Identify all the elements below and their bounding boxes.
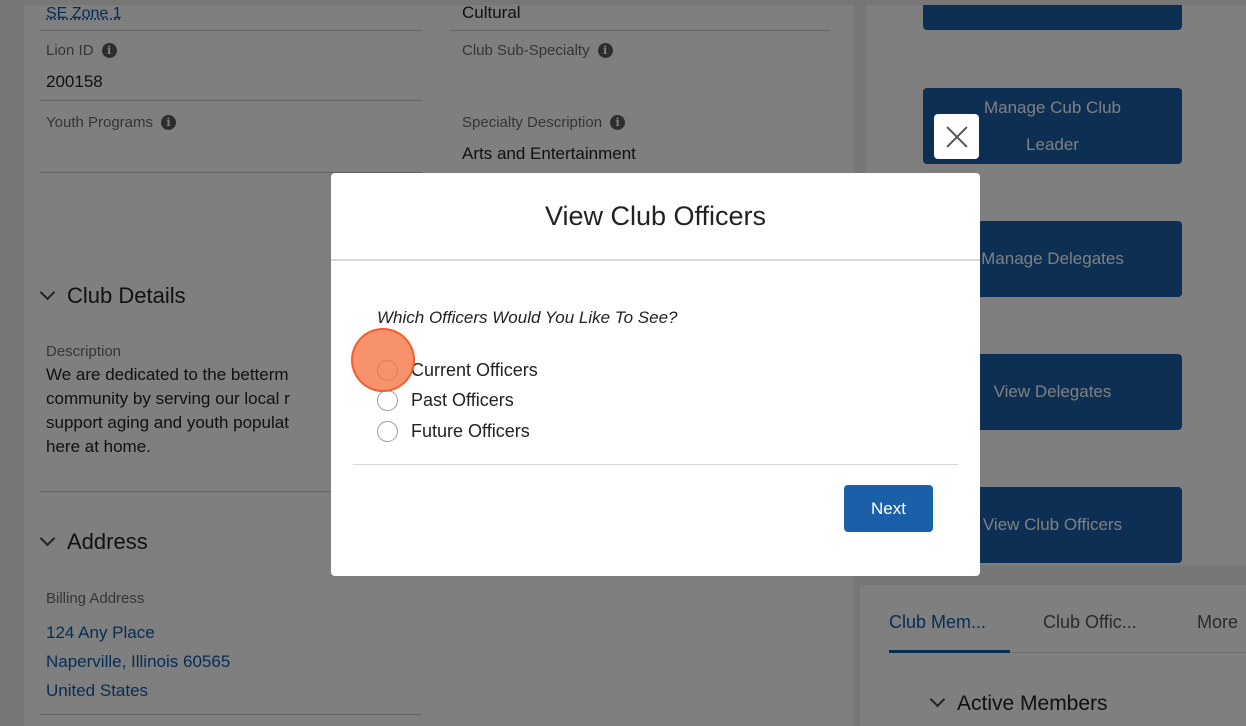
- close-icon: [945, 125, 969, 149]
- radio-button[interactable]: [377, 390, 398, 411]
- radio-label: Current Officers: [411, 360, 538, 380]
- modal-divider: [353, 464, 958, 465]
- radio-button[interactable]: [377, 421, 398, 442]
- radio-option-future-officers[interactable]: Future Officers: [377, 421, 530, 442]
- officers-question-label: Which Officers Would You Like To See?: [377, 308, 678, 327]
- radio-option-past-officers[interactable]: Past Officers: [377, 390, 514, 411]
- view-club-officers-modal: View Club Officers Which Officers Would …: [331, 173, 980, 576]
- click-indicator: [351, 328, 415, 392]
- close-modal-button[interactable]: [934, 114, 979, 159]
- next-button[interactable]: Next: [844, 485, 933, 532]
- radio-label: Past Officers: [411, 390, 514, 410]
- modal-header: View Club Officers: [331, 173, 980, 261]
- radio-label: Future Officers: [411, 421, 530, 441]
- modal-title: View Club Officers: [544, 200, 767, 231]
